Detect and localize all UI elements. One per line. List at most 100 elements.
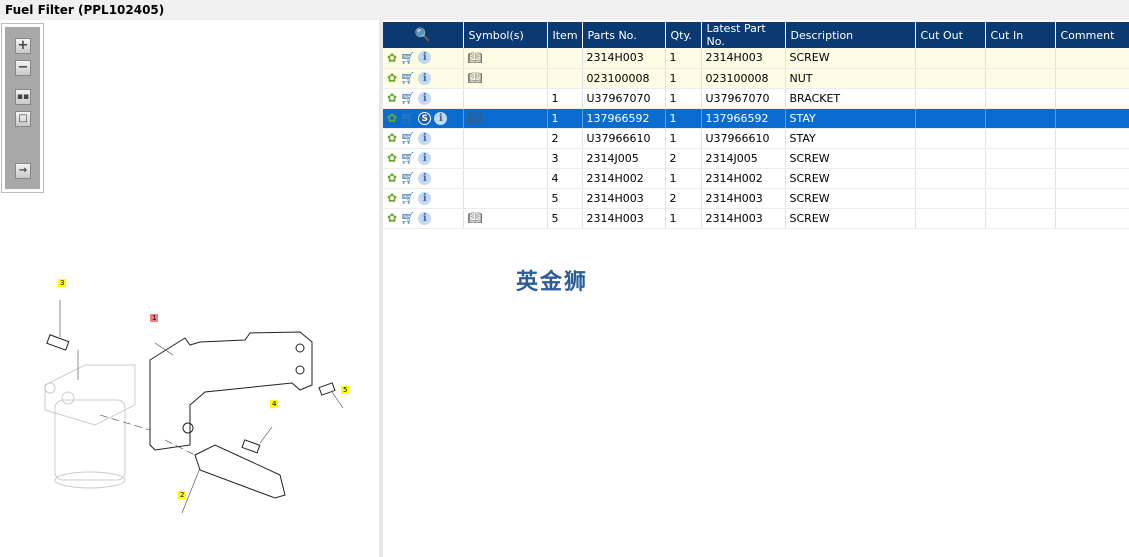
description-cell: SCREW [785, 188, 916, 209]
cut-out-cell [915, 188, 986, 209]
zoom-out-button[interactable]: − [15, 60, 31, 76]
column-header[interactable]: Comment [1055, 22, 1129, 48]
column-header[interactable]: Description [785, 22, 916, 48]
gear-icon[interactable]: ✿ [387, 71, 397, 85]
comment-cell [1055, 68, 1129, 89]
info-icon[interactable]: i [418, 191, 432, 205]
table-row[interactable]: ✿ 🛒︎ i 📖︎ 5 2314H003 1 2314H003 SCREW [383, 208, 1129, 229]
gear-icon[interactable]: ✿ [387, 171, 397, 185]
info-icon[interactable]: i [418, 151, 432, 165]
column-header[interactable]: Item [547, 22, 583, 48]
row-actions: ✿ 🛒︎ i [383, 88, 464, 109]
gear-icon[interactable]: ✿ [387, 191, 397, 205]
latest-part-cell: 2314J005 [701, 148, 786, 169]
part-number-cell: 023100008 [582, 68, 666, 89]
cart-icon[interactable]: 🛒︎ [400, 171, 415, 185]
gear-icon[interactable]: ✿ [387, 211, 397, 225]
latest-part-cell: 2314H003 [701, 48, 786, 69]
column-header-search[interactable]: 🔍 [383, 22, 464, 48]
cart-icon[interactable]: 🛒︎ [400, 51, 415, 65]
table-row[interactable]: ✿ 🛒︎ i 5 2314H003 2 2314H003 SCREW [383, 188, 1129, 209]
callout-3[interactable]: 3 [58, 279, 67, 287]
table-row[interactable]: ✿ 🛒︎ i 2 U37966610 1 U37966610 STAY [383, 128, 1129, 149]
row-actions: ✿ 🛒︎ Si [383, 108, 464, 129]
info-icon[interactable]: i [418, 211, 432, 225]
cut-out-cell [915, 48, 986, 69]
item-cell: 1 [547, 108, 583, 129]
book-search-icon[interactable]: 📖︎ [468, 211, 483, 225]
column-header[interactable]: Parts No. [582, 22, 666, 48]
qty-cell: 1 [665, 208, 702, 229]
column-header[interactable]: Symbol(s) [463, 22, 548, 48]
cart-icon[interactable]: 🛒︎ [400, 91, 415, 105]
info-icon[interactable]: i [418, 51, 432, 65]
cut-in-cell [985, 48, 1056, 69]
supersession-icon[interactable]: S [418, 111, 432, 125]
cut-out-cell [915, 208, 986, 229]
fit-all-button[interactable]: ▪▪ [15, 89, 31, 105]
cart-icon[interactable]: 🛒︎ [400, 131, 415, 145]
table-row[interactable]: ✿ 🛒︎ i 📖︎ 023100008 1 023100008 NUT [383, 68, 1129, 89]
cut-out-cell [915, 68, 986, 89]
column-header[interactable]: Latest Part No. [701, 22, 786, 48]
zoom-in-button[interactable]: + [15, 38, 31, 54]
cart-icon[interactable]: 🛒︎ [400, 151, 415, 165]
symbol-cell: 📖︎ [463, 48, 548, 69]
callout-4[interactable]: 4 [270, 400, 279, 408]
table-row[interactable]: ✿ 🛒︎ i 📖︎ 2314H003 1 2314H003 SCREW [383, 48, 1129, 69]
cart-icon[interactable]: 🛒︎ [400, 211, 415, 225]
latest-part-cell: 2314H003 [701, 188, 786, 209]
cut-in-cell [985, 208, 1056, 229]
symbol-cell: 📖︎ [463, 108, 548, 129]
table-row[interactable]: ✿ 🛒︎ Si 📖︎ 1 137966592 1 137966592 STAY [383, 108, 1129, 129]
cart-icon[interactable]: 🛒︎ [400, 191, 415, 205]
export-button[interactable]: → [15, 163, 31, 179]
info-icon[interactable]: i [418, 91, 432, 105]
symbol-cell [463, 88, 548, 109]
window-title: Fuel Filter (PPL102405) [0, 0, 1129, 20]
symbol-cell [463, 168, 548, 189]
gear-icon[interactable]: ✿ [387, 111, 397, 125]
table-row[interactable]: ✿ 🛒︎ i 3 2314J005 2 2314J005 SCREW [383, 148, 1129, 169]
symbol-cell [463, 188, 548, 209]
cut-out-cell [915, 128, 986, 149]
info-icon[interactable]: i [434, 111, 448, 125]
qty-cell: 2 [665, 188, 702, 209]
comment-cell [1055, 88, 1129, 109]
latest-part-cell: U37967070 [701, 88, 786, 109]
book-search-icon[interactable]: 📖︎ [468, 71, 483, 85]
column-header[interactable]: Cut Out [915, 22, 986, 48]
cut-out-cell [915, 148, 986, 169]
info-icon[interactable]: i [418, 71, 432, 85]
description-cell: SCREW [785, 208, 916, 229]
qty-cell: 2 [665, 148, 702, 169]
info-icon[interactable]: i [418, 131, 432, 145]
part-number-cell: 2314H003 [582, 188, 666, 209]
table-row[interactable]: ✿ 🛒︎ i 4 2314H002 1 2314H002 SCREW [383, 168, 1129, 189]
book-search-icon[interactable]: 📖︎ [468, 51, 483, 65]
cart-icon[interactable]: 🛒︎ [400, 71, 415, 85]
row-actions: ✿ 🛒︎ i [383, 168, 464, 189]
column-header[interactable]: Qty. [665, 22, 702, 48]
actual-size-button[interactable]: □ [15, 111, 31, 127]
item-cell: 5 [547, 208, 583, 229]
callout-5[interactable]: 5 [341, 386, 350, 394]
qty-cell: 1 [665, 48, 702, 69]
callout-2[interactable]: 2 [178, 491, 187, 499]
table-row[interactable]: ✿ 🛒︎ i 1 U37967070 1 U37967070 BRACKET [383, 88, 1129, 109]
item-cell [547, 68, 583, 89]
column-header[interactable]: Cut In [985, 22, 1056, 48]
book-search-icon[interactable]: 📖︎ [468, 111, 483, 125]
callout-1[interactable]: 1 [150, 314, 159, 322]
search-icon[interactable]: 🔍 [415, 28, 431, 43]
gear-icon[interactable]: ✿ [387, 51, 397, 65]
info-icon[interactable]: i [418, 171, 432, 185]
cart-icon[interactable]: 🛒︎ [400, 111, 415, 125]
gear-icon[interactable]: ✿ [387, 151, 397, 165]
gear-icon[interactable]: ✿ [387, 131, 397, 145]
gear-icon[interactable]: ✿ [387, 91, 397, 105]
latest-part-cell: 2314H002 [701, 168, 786, 189]
row-actions: ✿ 🛒︎ i [383, 68, 464, 89]
qty-cell: 1 [665, 128, 702, 149]
comment-cell [1055, 108, 1129, 129]
